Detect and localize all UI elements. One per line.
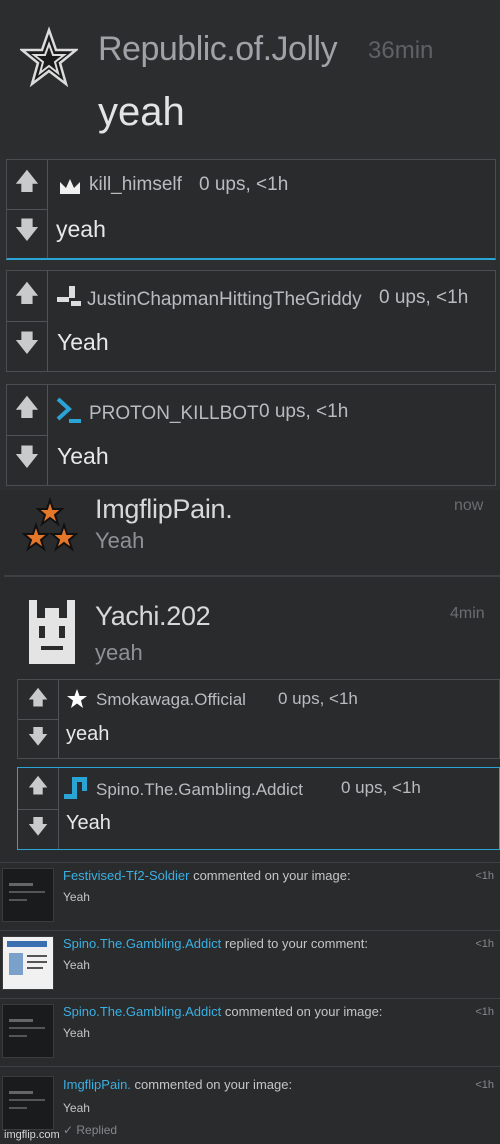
notification-user[interactable]: ImgflipPain. [63,1077,131,1092]
image-thumbnail[interactable] [2,1076,54,1130]
notification-time: <1h [475,1079,494,1091]
notification-comment: Yeah [63,958,90,972]
downvote-button[interactable]: 🡇 [7,321,47,371]
face-icon [29,600,75,664]
notification-item[interactable]: Spino.The.Gambling.Addict commented on y… [0,998,500,1066]
crown-icon [60,179,80,194]
comment-time: 36min [368,37,434,64]
notification-text: Spino.The.Gambling.Addict commented on y… [63,1004,382,1019]
notification-item[interactable]: Festivised-Tf2-Soldier commented on your… [0,862,500,930]
three-stars-icon [22,497,78,552]
notification-user[interactable]: Spino.The.Gambling.Addict [63,936,221,951]
upvote-button[interactable]: 🡅 [18,680,58,720]
image-thumbnail[interactable] [2,1004,54,1058]
reply-text: Yeah [66,812,111,834]
notification-time: <1h [475,1006,494,1018]
upvote-button[interactable]: 🡅 [7,160,47,210]
notification-time: <1h [475,870,494,882]
reply: 🡅 🡇 JustinChapmanHittingTheGriddy 0 ups,… [6,270,496,372]
vote-column: 🡅 🡇 [7,385,48,485]
vote-column: 🡅 🡇 [18,768,59,849]
notification-action: commented on your image: [224,1004,383,1019]
reply-meta: 0 ups, <1h [259,401,349,422]
reply-text: Yeah [57,329,109,355]
reply: 🡅 🡇 kill_himself 0 ups, <1h yeah [6,159,496,260]
image-thumbnail[interactable] [2,868,54,922]
comment-text: Yeah [95,528,145,553]
reply-username[interactable]: Spino.The.Gambling.Addict [96,780,303,800]
reply-text: Yeah [57,443,109,469]
replied-status: ✓ Replied [63,1123,118,1137]
comment-text: yeah [98,90,185,134]
notification-comment: Yeah [63,890,90,904]
reply-username[interactable]: JustinChapmanHittingTheGriddy [87,289,362,311]
notification-user[interactable]: Spino.The.Gambling.Addict [63,1004,221,1019]
reply: 🡅 🡇 PROTON_KILLBOT 0 ups, <1h Yeah [6,384,496,486]
notification-comment: Yeah [63,1101,90,1115]
reply-meta: 0 ups, <1h [199,174,289,195]
notification-action: commented on your image: [193,868,351,883]
notification-text: Festivised-Tf2-Soldier commented on your… [63,868,351,883]
comment-text: yeah [95,640,143,665]
notification-text: ImgflipPain. commented on your image: [63,1077,292,1092]
notification-user[interactable]: Festivised-Tf2-Soldier [63,868,189,883]
comment-username[interactable]: ImgflipPain. [95,494,233,525]
vote-column: 🡅 🡇 [7,160,48,258]
downvote-button[interactable]: 🡇 [18,809,58,850]
main-comment: Republic.of.Jolly 36min yeah [0,0,500,158]
comment-username[interactable]: Republic.of.Jolly [98,30,338,69]
reply-text: yeah [56,216,106,242]
notification-comment: Yeah [63,1026,90,1040]
comment-time: now [454,497,484,514]
notification-text: Spino.The.Gambling.Addict replied to you… [63,936,368,951]
reply-text: yeah [66,723,110,745]
blocks-icon [57,286,81,306]
reply-username[interactable]: kill_himself [89,174,182,196]
reply-meta: 0 ups, <1h [379,287,469,308]
vote-column: 🡅 🡇 [7,271,48,371]
reply-username[interactable]: Smokawaga.Official [96,690,246,710]
reply: 🡅 🡇 Smokawaga.Official 0 ups, <1h yeah [17,679,500,759]
reply-meta: 0 ups, <1h [278,689,358,708]
reply-username[interactable]: PROTON_KILLBOT [89,403,259,425]
notification-action: replied to your comment: [224,936,368,951]
image-thumbnail[interactable] [2,936,54,990]
notification-time: <1h [475,938,494,950]
downvote-button[interactable]: 🡇 [18,719,58,758]
upvote-button[interactable]: 🡅 [7,385,47,436]
p-block-icon [64,777,87,799]
downvote-button[interactable]: 🡇 [7,435,47,485]
upvote-button[interactable]: 🡅 [18,768,58,810]
reply: 🡅 🡇 Spino.The.Gambling.Addict 0 ups, <1h… [17,767,500,850]
vote-column: 🡅 🡇 [18,680,59,758]
notification-action: commented on your image: [134,1077,293,1092]
reply-meta: 0 ups, <1h [341,778,421,797]
star-icon [67,689,87,708]
comment-username[interactable]: Yachi.202 [95,601,211,632]
divider [4,575,500,577]
notification-item[interactable]: ImgflipPain. commented on your image: Ye… [0,1066,500,1144]
imgflip-watermark: imgflip.com [4,1129,60,1141]
terminal-icon [56,397,81,423]
downvote-button[interactable]: 🡇 [7,209,47,258]
upvote-button[interactable]: 🡅 [7,271,47,322]
notification-item[interactable]: Spino.The.Gambling.Addict replied to you… [0,930,500,998]
comment-time: 4min [450,605,485,622]
star-icon [20,26,78,88]
